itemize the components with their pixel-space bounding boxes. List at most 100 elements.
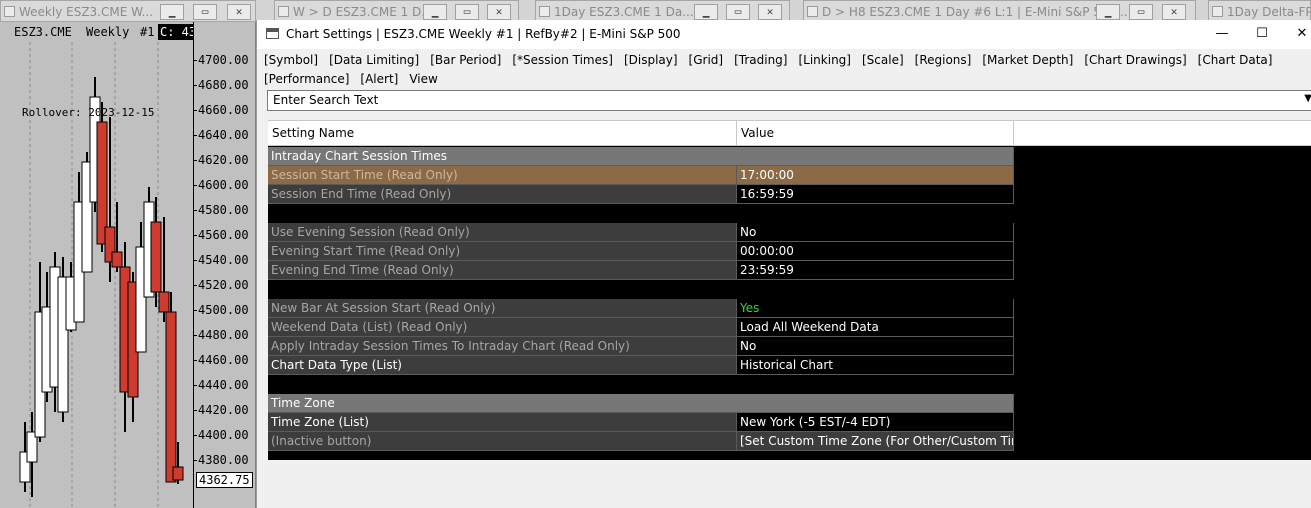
bg-window-delta-fp[interactable]: 1Day Delta-FP E [1208,0,1311,22]
setting-row[interactable]: Session End Time (Read Only) 16:59:59 [268,185,1311,204]
candlestick-plot[interactable] [0,22,193,508]
minimize-button[interactable]: ▁ [694,4,718,20]
menu-item-session-times[interactable]: [*Session Times] [512,51,613,70]
menu-item-performance[interactable]: [Performance] [264,70,349,89]
minimize-button[interactable]: ▁ [1096,4,1120,20]
menu-item-linking[interactable]: [Linking] [798,51,851,70]
bg-window-title: 1Day ESZ3.CME 1 Da... [554,5,694,19]
window-icon [278,6,289,17]
maximize-button[interactable]: ▭ [193,4,217,20]
setting-name: Evening Start Time (Read Only) [268,242,737,261]
close-button[interactable]: ✕ [758,4,782,20]
chart-number: #1 [140,25,155,39]
grid-header: Setting Name Value [268,121,1311,146]
screen: Weekly ESZ3.CME W... ▁ ▭ ✕ W > D ESZ3.CM… [0,0,1311,508]
price-scale[interactable]: 4700.00 4680.00 4660.00 4640.00 4620.00 4600.… [193,22,255,508]
set-custom-time-zone-button[interactable]: [Set Custom Time Zone (For Other/Custom … [737,432,1014,451]
setting-row[interactable]: Evening Start Time (Read Only) 00:00:00 [268,242,1311,261]
maximize-icon: ☐ [1256,26,1268,41]
price-tick-label: 4500.00 [193,303,249,317]
setting-value[interactable]: No [737,223,1014,242]
price-tick-label: 4600.00 [193,178,249,192]
maximize-button[interactable]: ▭ [726,4,750,20]
column-header-value[interactable]: Value [737,121,1014,146]
close-button[interactable]: ✕ [1287,24,1311,44]
menu-item-display[interactable]: [Display] [624,51,678,70]
bg-window-weekly[interactable]: Weekly ESZ3.CME W... ▁ ▭ ✕ [0,0,256,22]
setting-value[interactable]: 23:59:59 [737,261,1014,280]
menu-item-alert[interactable]: [Alert] [360,70,398,89]
setting-value[interactable]: Historical Chart [737,356,1014,375]
window-icon [539,6,550,17]
bg-window-title: 1Day Delta-FP E [1227,5,1311,19]
section-title: Intraday Chart Session Times [268,147,1014,166]
setting-row[interactable]: Chart Data Type (List) Historical Chart [268,356,1311,375]
menu-item-scale[interactable]: [Scale] [862,51,904,70]
bg-window-title: W > D ESZ3.CME 1 D... [293,5,433,19]
setting-value[interactable]: 16:59:59 [737,185,1014,204]
price-tick-label: 4520.00 [193,278,249,292]
setting-value[interactable]: Yes [737,299,1014,318]
bg-window-d-h8[interactable]: D > H8 ESZ3.CME 1 Day #6 L:1 | E-Mini S&… [803,0,1196,22]
setting-value[interactable]: 00:00:00 [737,242,1014,261]
search-placeholder: Enter Search Text [273,93,379,107]
search-input[interactable]: Enter Search Text ▼ [267,90,1311,111]
maximize-button[interactable]: ☐ [1247,24,1277,44]
setting-row[interactable]: (Inactive button) [Set Custom Time Zone (… [268,432,1311,451]
menu-item-grid[interactable]: [Grid] [689,51,724,70]
maximize-button[interactable]: ▭ [1129,4,1153,20]
setting-row[interactable]: Time Zone (List) New York (-5 EST/-4 EDT) [268,413,1311,432]
chevron-down-icon[interactable]: ▼ [1304,93,1311,104]
setting-name: Apply Intraday Session Times To Intraday… [268,337,737,356]
setting-name: Session End Time (Read Only) [268,185,737,204]
bg-window-w-d[interactable]: W > D ESZ3.CME 1 D... ▁ ▭ ✕ [274,0,519,22]
column-header-setting-name[interactable]: Setting Name [268,121,737,146]
menu-item-regions[interactable]: [Regions] [915,51,972,70]
setting-name: Use Evening Session (Read Only) [268,223,737,242]
price-tick-label: 4540.00 [193,253,249,267]
section-header-row[interactable]: Time Zone [268,394,1311,413]
price-tick-label: 4660.00 [193,103,249,117]
settings-grid: Setting Name Value Intraday Chart Sessio… [268,120,1311,460]
minimize-button[interactable]: — [1207,24,1237,44]
last-price-marker: 4362.75 [196,472,253,488]
setting-value[interactable]: New York (-5 EST/-4 EDT) [737,413,1014,432]
close-button[interactable]: ✕ [227,4,251,20]
setting-row[interactable]: Weekend Data (List) (Read Only) Load All … [268,318,1311,337]
setting-name: Time Zone (List) [268,413,737,432]
grid-spacer-row [268,375,1311,394]
bg-window-1day[interactable]: 1Day ESZ3.CME 1 Da... ▁ ▭ ✕ [535,0,790,22]
menu-item-trading[interactable]: [Trading] [734,51,787,70]
menu-item-bar-period[interactable]: [Bar Period] [430,51,501,70]
setting-row[interactable]: New Bar At Session Start (Read Only) Yes [268,299,1311,318]
menu-item-chart-drawings[interactable]: [Chart Drawings] [1084,51,1186,70]
setting-value[interactable]: Load All Weekend Data [737,318,1014,337]
maximize-button[interactable]: ▭ [455,4,479,20]
setting-row[interactable]: Evening End Time (Read Only) 23:59:59 [268,261,1311,280]
setting-name: Evening End Time (Read Only) [268,261,737,280]
minimize-button[interactable]: ▁ [160,4,184,20]
menu-item-chart-data[interactable]: [Chart Data] [1198,51,1273,70]
menu-item-market-depth[interactable]: [Market Depth] [982,51,1073,70]
menu-item-data-limiting[interactable]: [Data Limiting] [329,51,419,70]
close-button[interactable]: ✕ [1162,4,1186,20]
setting-row[interactable]: Use Evening Session (Read Only) No [268,223,1311,242]
grid-spacer-row [268,204,1311,223]
setting-row[interactable]: Session Start Time (Read Only) 17:00:00 [268,166,1311,185]
window-icon [266,28,279,39]
weekly-chart[interactable]: ESZ3.CME Weekly #1 C: 4362.75 Rollover: … [0,22,256,508]
setting-value[interactable]: No [737,337,1014,356]
minimize-button[interactable]: ▁ [423,4,447,20]
rollover-label: Rollover: 2023-12-15 [22,106,155,119]
setting-row[interactable]: Apply Intraday Session Times To Intraday… [268,337,1311,356]
price-tick-label: 4640.00 [193,128,249,142]
section-header-row[interactable]: Intraday Chart Session Times [268,147,1311,166]
menu-item-symbol[interactable]: [Symbol] [264,51,318,70]
close-button[interactable]: ✕ [487,4,511,20]
window-icon [1212,6,1223,17]
dialog-titlebar[interactable]: Chart Settings | ESZ3.CME Weekly #1 | Re… [257,20,1311,49]
setting-value[interactable]: 17:00:00 [737,166,1014,185]
chart-symbol: ESZ3.CME [14,25,72,39]
menu-item-view[interactable]: View [409,70,437,89]
window-icon [4,6,15,17]
